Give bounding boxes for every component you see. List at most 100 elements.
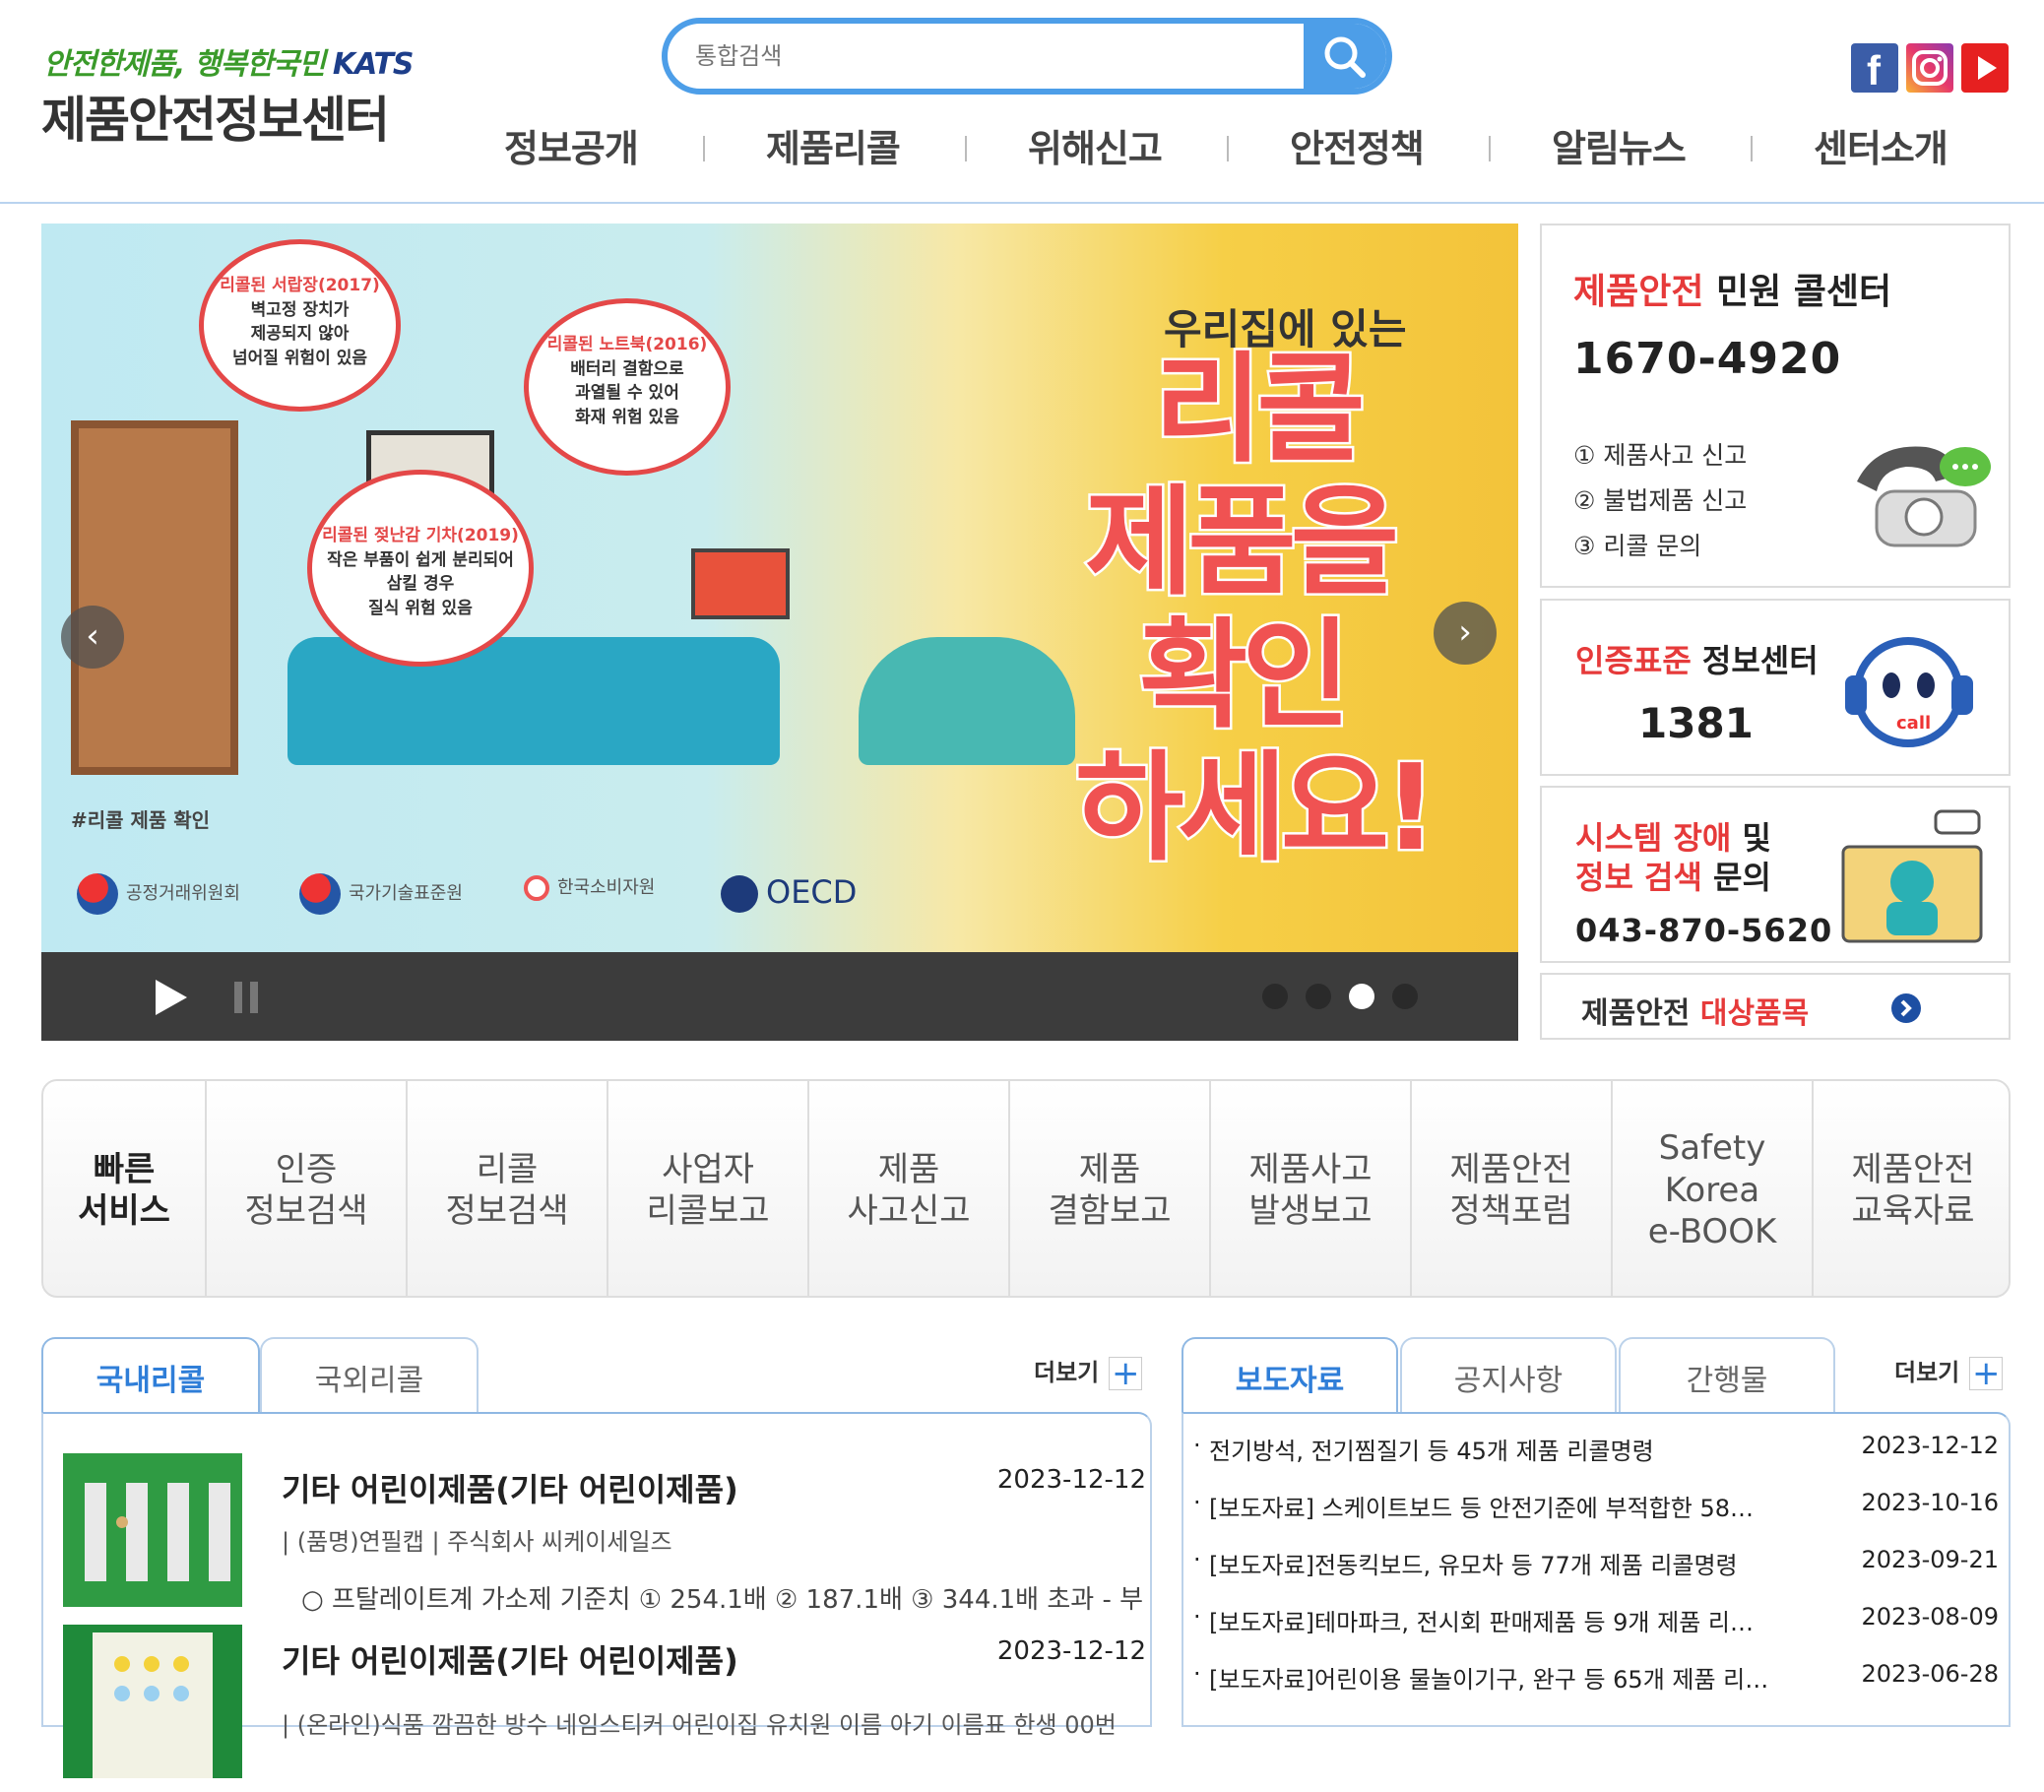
quick-services-bar: 빠른 서비스 인증 정보검색 리콜 정보검색 사업자 리콜보고 제품 사고신고 제품 결함보고 제품사… [41, 1079, 2011, 1298]
recall-date: 2023-12-12 [996, 1636, 1146, 1666]
domestic-recall-panel: 기타 어린이제품(기타 어린이제품) 2023-12-12 | (품명)연필캡 … [41, 1412, 1152, 1778]
bubble-line: 화재 위험 있음 [575, 407, 679, 427]
recall-more-link[interactable]: 더보기 + [1034, 1353, 1143, 1390]
play-icon[interactable] [152, 976, 191, 1019]
recall-list-item[interactable]: 기타 어린이제품(기타 어린이제품) 2023-12-12 | (품명)연필캡 … [63, 1453, 1146, 1621]
news-list-item[interactable]: · [보도자료]테마파크, 전시회 판매제품 등 9개 제품 리… 2023-08-… [1193, 1603, 1999, 1642]
tab-notice[interactable]: 공지사항 [1400, 1337, 1617, 1416]
quick-service-item[interactable]: 제품안전 정책포럼 [1410, 1081, 1611, 1296]
tab-press-release[interactable]: 보도자료 [1182, 1337, 1398, 1416]
tab-foreign-recall[interactable]: 국외리콜 [260, 1337, 479, 1416]
quick-service-item[interactable]: 제품안전 교육자료 [1812, 1081, 2009, 1296]
bullet-icon: · [1193, 1660, 1201, 1688]
nav-news[interactable]: 알림뉴스 [1552, 118, 1687, 172]
cert-center-box[interactable]: 인증표준 정보센터 1381 call [1540, 599, 2011, 776]
callcenter-title: 제품안전 민원 콜센터 [1573, 263, 1891, 314]
news-list-item[interactable]: · [보도자료]어린이용 물놀이기구, 완구 등 65개 제품 리… 2023-06… [1193, 1660, 1999, 1699]
nav-divider [1751, 136, 1753, 161]
next-slide-button[interactable]: › [1434, 602, 1497, 665]
nav-info-disclosure[interactable]: 정보공개 [504, 118, 639, 172]
news-list-item[interactable]: · [보도자료] 스케이트보드 등 안전기준에 부적합한 58… 2023-10-1… [1193, 1489, 1999, 1528]
quick-service-label: 제품 [1078, 1149, 1141, 1189]
oecd-globe-icon [721, 875, 758, 913]
news-date: 2023-08-09 [1861, 1603, 1999, 1631]
slide-dot[interactable] [1262, 984, 1288, 1009]
quick-service-item[interactable]: 제품 결함보고 [1008, 1081, 1209, 1296]
quick-service-item[interactable]: 제품사고 발생보고 [1209, 1081, 1410, 1296]
chair-illustration [859, 637, 1075, 765]
kats-agency-logo: 국가기술표준원 [299, 873, 463, 915]
oecd-logo: OECD [721, 873, 857, 913]
target-label-highlight: 대상품목 [1699, 996, 1810, 1031]
quick-service-item[interactable]: 인증 정보검색 [205, 1081, 406, 1296]
callcenter-item: ② 불법제품 신고 [1573, 486, 1748, 515]
svg-text:call: call [1896, 713, 1931, 734]
quick-service-item[interactable]: 사업자 리콜보고 [607, 1081, 807, 1296]
quick-service-label: 사고신고 [847, 1191, 971, 1231]
banner-headline-line: 하세요! [1073, 740, 1440, 877]
news-list-item[interactable]: · [보도자료]전동킥보드, 유모차 등 77개 제품 리콜명령 2023-09-2… [1193, 1546, 1999, 1585]
news-title: [보도자료] 스케이트보드 등 안전기준에 부적합한 58… [1209, 1495, 1755, 1522]
search-input[interactable] [693, 33, 1245, 79]
callcenter-box[interactable]: 제품안전 민원 콜센터 1670-4920 ① 제품사고 신고 ② 불법제품 신… [1540, 224, 2011, 588]
quick-title-line: 서비스 [78, 1191, 170, 1231]
quick-service-label: 교육자료 [1851, 1191, 1975, 1231]
nav-divider [1227, 136, 1229, 161]
site-logo[interactable]: 제품안전정보센터 [41, 81, 390, 152]
quick-service-item[interactable]: Safety Korea e-BOOK [1611, 1081, 1812, 1296]
quick-service-item[interactable]: 리콜 정보검색 [406, 1081, 607, 1296]
banner-slide[interactable]: 리콜된 서랍장(2017) 벽고정 장치가 제공되지 않아 넘어질 위험이 있음… [41, 224, 1518, 952]
quick-service-label: 제품안전 [1851, 1149, 1975, 1189]
main-banner: 리콜된 서랍장(2017) 벽고정 장치가 제공되지 않아 넘어질 위험이 있음… [41, 224, 1518, 1041]
slide-dot[interactable] [1306, 984, 1331, 1009]
prev-slide-button[interactable]: ‹ [61, 606, 124, 669]
recall-list-item[interactable]: 기타 어린이제품(기타 어린이제품) 2023-12-12 | (온라인)식품 … [63, 1625, 1146, 1792]
kats-emblem-icon [299, 873, 341, 915]
facebook-link[interactable]: f [1851, 43, 1898, 93]
nav-safety-policy[interactable]: 안전정책 [1290, 118, 1425, 172]
ftc-emblem-icon [77, 873, 118, 915]
instagram-link[interactable] [1906, 43, 1953, 93]
recall-bubble-laptop: 리콜된 노트북(2016) 배터리 결함으로 과열될 수 있어 화재 위험 있음 [524, 298, 731, 476]
bubble-title: 리콜된 젖난감 기차(2019) [322, 526, 519, 545]
news-list-item[interactable]: · 전기방석, 전기찜질기 등 45개 제품 리콜명령 2023-12-12 [1193, 1432, 1999, 1471]
target-items-label: 제품안전 대상품목 [1581, 989, 1809, 1032]
search-box [662, 18, 1392, 95]
search-button[interactable] [1304, 24, 1386, 89]
cert-center-phone: 1381 [1638, 699, 1754, 747]
tab-domestic-recall[interactable]: 국내리콜 [41, 1337, 260, 1416]
support-agent-icon [1841, 809, 1983, 943]
recall-title: 기타 어린이제품(기타 어린이제품) [282, 1642, 738, 1680]
callcenter-phone: 1670-4920 [1573, 334, 1842, 384]
bookshelf-illustration [71, 420, 238, 775]
nav-center-intro[interactable]: 센터소개 [1814, 118, 1948, 172]
slide-dot[interactable] [1392, 984, 1418, 1009]
pause-icon[interactable] [232, 980, 262, 1015]
quick-service-label: 제품안전 [1449, 1149, 1573, 1189]
instagram-icon [1912, 50, 1948, 86]
nav-product-recall[interactable]: 제품리콜 [766, 118, 901, 172]
target-items-link[interactable]: 제품안전 대상품목 [1540, 973, 2011, 1040]
quick-service-item[interactable]: 제품 사고신고 [807, 1081, 1008, 1296]
slide-dot-active[interactable] [1349, 984, 1374, 1009]
site-slogan: 안전한제품, 행복한국민 KATS [43, 39, 415, 83]
bullet-icon: · [1193, 1432, 1201, 1459]
sys-title-rest: 문의 [1701, 859, 1771, 896]
slider-controls [41, 952, 1518, 1041]
sys-title-highlight: 시스템 장애 [1575, 819, 1732, 857]
ftc-logo: 공정거래위원회 [77, 873, 240, 915]
quick-service-label: 리콜보고 [646, 1191, 770, 1231]
bubble-line: 작은 부품이 쉽게 분리되어 [327, 549, 514, 570]
nav-divider [703, 136, 705, 161]
system-support-box[interactable]: 시스템 장애 및 정보 검색 문의 043-870-5620 [1540, 786, 2011, 963]
quick-service-label: 사업자 [662, 1149, 754, 1189]
katts-logo[interactable]: KATS [333, 47, 415, 82]
bubble-line: 넘어질 위험이 있음 [232, 348, 367, 368]
nav-hazard-report[interactable]: 위해신고 [1028, 118, 1163, 172]
youtube-link[interactable] [1961, 43, 2009, 93]
news-date: 2023-06-28 [1861, 1660, 1999, 1688]
tab-publications[interactable]: 간행물 [1619, 1337, 1835, 1416]
bubble-line: 질식 위험 있음 [368, 598, 473, 618]
slide-indicators [1262, 984, 1459, 1013]
news-more-link[interactable]: 더보기 + [1894, 1353, 2004, 1390]
